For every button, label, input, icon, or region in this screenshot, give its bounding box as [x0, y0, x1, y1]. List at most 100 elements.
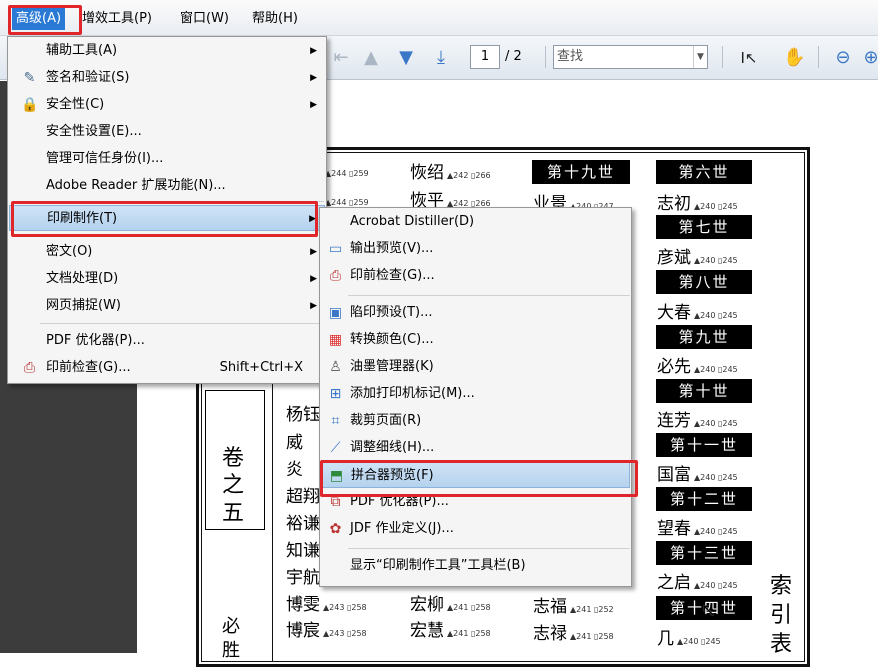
ink-icon: ♙	[329, 359, 342, 375]
next-page-icon[interactable]: ▼	[395, 47, 417, 69]
menu-item-distiller[interactable]: Acrobat Distiller(D)	[321, 209, 630, 235]
menu-advanced[interactable]: 高级(A)	[12, 8, 66, 30]
name-cell: 望春 ▲240 ▯245	[657, 519, 738, 539]
name-cell: 博雯 ▲243 ▯258	[286, 595, 367, 615]
trap-icon: ▣	[328, 305, 343, 321]
menu-item-jdf-job-definitions[interactable]: ✿ JDF 作业定义(J)...	[321, 516, 630, 542]
volume-char: 胜	[222, 640, 240, 661]
printer-marks-icon: ⊞	[329, 386, 342, 402]
name-cell: 之启 ▲240 ▯245	[657, 573, 738, 593]
volume-char: 五	[222, 501, 245, 526]
menu-item-output-preview[interactable]: ▭ 输出预览(V)...	[321, 236, 630, 262]
menu-item-show-print-toolbar[interactable]: 显示“印刷制作工具”工具栏(B)	[321, 553, 630, 579]
name-cell: 博宸 ▲243 ▯258	[286, 621, 367, 641]
menu-item-preflight[interactable]: ⎙ 印前检查(G)...	[321, 263, 630, 289]
menu-item-ink-manager[interactable]: ♙ 油墨管理器(K)	[321, 354, 630, 380]
last-page-icon[interactable]: ⤓	[430, 47, 452, 69]
menu-item-trap-presets[interactable]: ▣ 陷印预设(T)...	[321, 300, 630, 326]
name-cell: 志初 ▲240 ▯245	[657, 194, 738, 214]
generation-heading: 第七世	[656, 215, 752, 239]
menu-item-flattener-preview[interactable]: ⬒ 拼合器预览(F)	[321, 462, 630, 488]
generation-heading: 第六世	[656, 160, 752, 184]
name-cell: 几 ▲240 ▯245	[657, 629, 721, 649]
menu-item-fix-hairlines[interactable]: ⟋ 调整细线(H)...	[321, 435, 630, 461]
previous-page-icon[interactable]: ▲	[360, 47, 382, 69]
hairline-icon: ⟋	[330, 440, 341, 456]
preflight-icon: ⎙	[23, 360, 36, 376]
menu-separator	[40, 201, 324, 202]
name-cell: 必先 ▲240 ▯245	[657, 357, 738, 377]
search-placeholder: 查找	[557, 49, 584, 64]
hand-tool-icon[interactable]: ✋	[783, 47, 805, 69]
menu-item-reader-extensions[interactable]: Adobe Reader 扩展功能(N)...	[9, 173, 325, 199]
menu-item-sign-verify[interactable]: ✎ 签名和验证(S) ▶	[9, 65, 325, 91]
search-dropdown-icon[interactable]: ▼	[693, 46, 707, 68]
name-cell: 恢绍 ▲242 ▯266	[410, 163, 491, 183]
name-cell: 国富 ▲240 ▯245	[657, 465, 738, 485]
name-cell: 大春 ▲240 ▯245	[657, 303, 738, 323]
ref-cell: ▲244 ▯259	[325, 169, 369, 178]
menu-plugins[interactable]: 增效工具(P)	[78, 8, 156, 30]
name-cell: 宏柳 ▲241 ▯258	[410, 595, 491, 615]
menu-item-document-processing[interactable]: 文档处理(D) ▶	[9, 266, 325, 292]
name-cell: 威	[286, 433, 303, 453]
name-cell: 连芳 ▲240 ▯245	[657, 411, 738, 431]
color-icon: ▦	[328, 332, 343, 348]
flattener-icon: ⬒	[329, 468, 344, 484]
menu-item-preflight[interactable]: ⎙ 印前检查(G)... Shift+Ctrl+X	[9, 355, 325, 381]
crop-icon: ⌗	[331, 413, 340, 429]
menu-separator	[348, 295, 630, 296]
menu-item-pdf-optimizer[interactable]: ⧉ PDF 优化器(P)...	[321, 489, 630, 515]
generation-heading: 第十二世	[656, 487, 752, 511]
menu-help[interactable]: 帮助(H)	[248, 8, 302, 30]
menu-item-trusted-identities[interactable]: 管理可信任身份(I)...	[9, 146, 325, 172]
name-cell: 裕谦	[286, 514, 320, 534]
output-preview-icon: ▭	[328, 241, 343, 257]
toolbar-separator	[722, 46, 723, 68]
index-char: 索	[770, 574, 793, 599]
menu-item-accessibility[interactable]: 辅助工具(A) ▶	[9, 38, 325, 64]
select-tool-icon[interactable]: I↖	[738, 47, 760, 69]
name-cell: 彦斌 ▲240 ▯245	[657, 248, 738, 268]
mouse-cursor-icon: ↖	[701, 600, 717, 621]
optimizer-icon: ⧉	[330, 494, 341, 510]
index-char: 表	[770, 632, 793, 657]
toolbar-separator	[545, 46, 546, 68]
generation-heading: 第十一世	[656, 433, 752, 457]
name-cell: 炎	[286, 460, 303, 480]
name-cell: 志禄 ▲241 ▯258	[533, 624, 614, 644]
name-cell: 宇航	[286, 568, 320, 588]
print-production-submenu: Acrobat Distiller(D) ▭ 输出预览(V)... ⎙ 印前检查(G…	[319, 207, 632, 587]
menu-item-print-production[interactable]: 印刷制作(T) ▶	[9, 205, 325, 231]
toolbar-separator	[818, 46, 819, 68]
lock-icon: 🔒	[21, 97, 39, 113]
pen-icon: ✎	[23, 70, 36, 86]
generation-heading: 第十世	[656, 379, 752, 403]
index-char: 引	[770, 603, 793, 628]
menu-separator	[348, 548, 630, 549]
generation-heading: 第八世	[656, 270, 752, 294]
name-cell: 超翔	[286, 487, 320, 507]
menu-item-redaction[interactable]: 密文(O) ▶	[9, 239, 325, 265]
menu-item-pdf-optimizer[interactable]: PDF 优化器(P)...	[9, 328, 325, 354]
name-cell: 宏慧 ▲241 ▯258	[410, 621, 491, 641]
first-page-icon[interactable]: ⇤	[330, 47, 352, 69]
menu-window[interactable]: 窗口(W)	[176, 8, 233, 30]
generation-heading: 第十九世	[532, 160, 630, 184]
menu-item-add-printer-marks[interactable]: ⊞ 添加打印机标记(M)...	[321, 381, 630, 407]
search-input[interactable]: 查找 ▼	[553, 45, 708, 69]
page-total: / 2	[505, 49, 522, 64]
menu-item-security[interactable]: 🔒 安全性(C) ▶	[9, 92, 325, 118]
page-number-input[interactable]: 1	[470, 45, 500, 69]
menu-item-crop-pages[interactable]: ⌗ 裁剪页面(R)	[321, 408, 630, 434]
menu-bar: 高级(A) 增效工具(P) 窗口(W) 帮助(H)	[0, 0, 878, 36]
zoom-out-icon[interactable]: ⊖	[832, 47, 854, 69]
jdf-icon: ✿	[329, 521, 342, 537]
volume-char: 必	[222, 616, 240, 637]
menu-item-web-capture[interactable]: 网页捕捉(W) ▶	[9, 293, 325, 319]
menu-item-security-settings[interactable]: 安全性设置(E)...	[9, 119, 325, 145]
name-cell: 杨钰	[286, 405, 320, 425]
menu-item-convert-colors[interactable]: ▦ 转换颜色(C)...	[321, 327, 630, 353]
zoom-in-icon[interactable]: ⊕	[860, 47, 878, 69]
advanced-menu: 辅助工具(A) ▶ ✎ 签名和验证(S) ▶ 🔒 安全性(C) ▶ 安全性设置(E)...…	[7, 36, 327, 384]
